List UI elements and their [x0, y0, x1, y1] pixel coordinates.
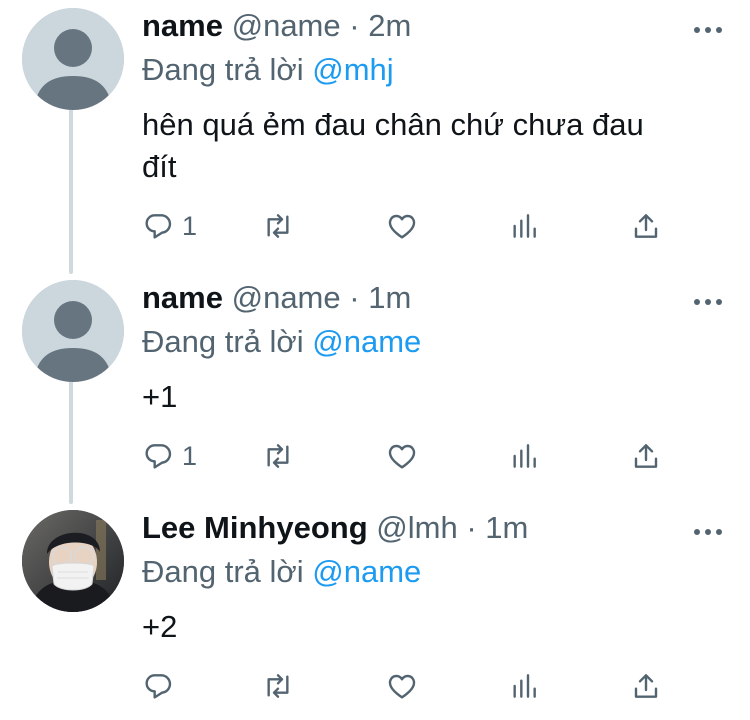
- retweet-button[interactable]: [262, 436, 294, 476]
- tweet-text: +2: [142, 606, 732, 648]
- tweet-text: +1: [142, 376, 732, 418]
- replying-to: Đang trả lời @name: [142, 322, 421, 362]
- reply-count: 1: [182, 210, 198, 241]
- analytics-icon: [513, 214, 536, 238]
- views-button[interactable]: [508, 206, 540, 246]
- share-button[interactable]: [630, 206, 662, 246]
- retweet-icon: [267, 674, 289, 698]
- reply-button[interactable]: 1: [142, 436, 197, 476]
- tweet[interactable]: Lee Minhyeong @lmh · 1m Đang trả lời @na…: [0, 506, 750, 720]
- display-name[interactable]: Lee Minhyeong: [142, 510, 368, 545]
- user-handle[interactable]: @lmh: [376, 510, 457, 545]
- tweet[interactable]: name @name · 1m Đang trả lời @name +1 1: [0, 276, 750, 496]
- tweet-header: Lee Minhyeong @lmh · 1m: [142, 508, 528, 548]
- heart-icon: [388, 214, 416, 239]
- reply-button[interactable]: 1: [142, 206, 197, 246]
- separator: ·: [466, 510, 477, 545]
- tweet-text-line: +2: [142, 609, 178, 644]
- action-bar: [0, 666, 750, 706]
- avatar[interactable]: [22, 8, 124, 110]
- replying-to-label: Đang trả lời: [142, 554, 304, 589]
- share-button[interactable]: [630, 436, 662, 476]
- tweet[interactable]: name @name · 2m Đang trả lời @mhj hên qu…: [0, 4, 750, 264]
- user-handle[interactable]: @name: [232, 8, 341, 43]
- share-icon: [634, 674, 658, 698]
- heart-icon: [388, 444, 416, 469]
- retweet-icon: [267, 214, 289, 238]
- heart-icon: [388, 674, 416, 699]
- views-button[interactable]: [508, 666, 540, 706]
- share-button[interactable]: [630, 666, 662, 706]
- tweet-header: name @name · 1m: [142, 278, 411, 318]
- tweet-header: name @name · 2m: [142, 6, 411, 46]
- display-name[interactable]: name: [142, 8, 223, 43]
- tweet-text-line: +1: [142, 379, 178, 414]
- mention-link[interactable]: @name: [312, 554, 421, 589]
- analytics-icon: [513, 444, 536, 468]
- retweet-button[interactable]: [262, 206, 294, 246]
- reply-icon: [145, 674, 172, 699]
- timestamp[interactable]: 1m: [485, 510, 528, 545]
- action-bar: 1: [0, 206, 750, 246]
- like-button[interactable]: [386, 206, 418, 246]
- retweet-icon: [267, 444, 289, 468]
- timestamp[interactable]: 1m: [368, 280, 411, 315]
- analytics-icon: [513, 674, 536, 698]
- reply-count: 1: [182, 440, 198, 471]
- timestamp[interactable]: 2m: [368, 8, 411, 43]
- like-button[interactable]: [386, 666, 418, 706]
- like-button[interactable]: [386, 436, 418, 476]
- display-name[interactable]: name: [142, 280, 223, 315]
- separator: ·: [349, 280, 360, 315]
- replying-to-label: Đang trả lời: [142, 324, 304, 359]
- replying-to-label: Đang trả lời: [142, 52, 304, 87]
- share-icon: [634, 214, 658, 238]
- avatar[interactable]: [22, 280, 124, 382]
- reply-icon: [145, 214, 172, 239]
- more-icon[interactable]: [694, 298, 722, 306]
- user-photo: [22, 510, 124, 612]
- user-handle[interactable]: @name: [232, 280, 341, 315]
- mention-link[interactable]: @name: [312, 324, 421, 359]
- action-bar: 1: [0, 436, 750, 476]
- views-button[interactable]: [508, 436, 540, 476]
- reply-button[interactable]: [142, 666, 182, 706]
- more-icon[interactable]: [694, 26, 722, 34]
- tweet-text: hên quá ẻm đau chân chứ chưa đau đít: [142, 104, 732, 188]
- replying-to: Đang trả lời @mhj: [142, 50, 394, 90]
- replying-to: Đang trả lời @name: [142, 552, 421, 592]
- mention-link[interactable]: @mhj: [312, 52, 393, 87]
- avatar[interactable]: [22, 510, 124, 612]
- separator: ·: [349, 8, 360, 43]
- share-icon: [634, 444, 658, 468]
- tweet-text-line: đít: [142, 149, 177, 184]
- reply-icon: [145, 444, 172, 469]
- more-icon[interactable]: [694, 528, 722, 536]
- retweet-button[interactable]: [262, 666, 294, 706]
- tweet-text-line: hên quá ẻm đau chân chứ chưa đau: [142, 107, 644, 142]
- default-profile-icon: [22, 8, 124, 110]
- default-profile-icon: [22, 280, 124, 382]
